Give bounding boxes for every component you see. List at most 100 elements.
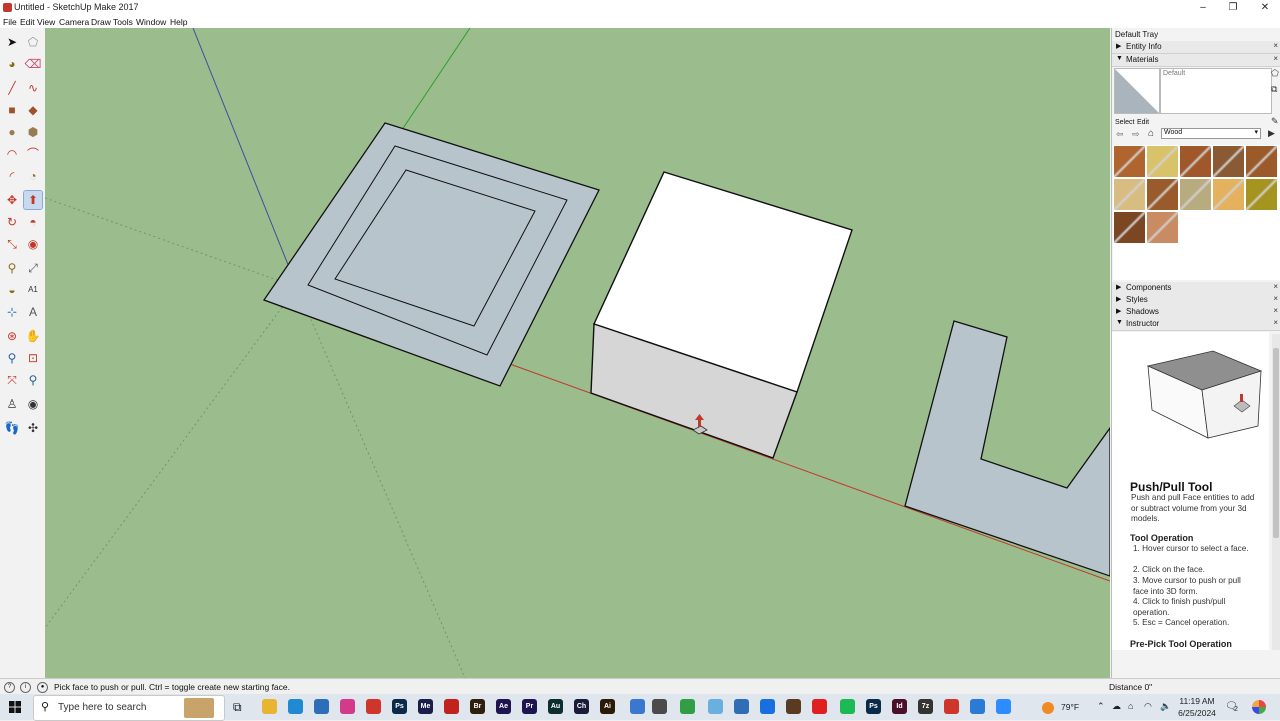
paint-bucket-icon[interactable]: ◕ (3, 55, 21, 73)
two-point-arc-icon[interactable]: ⌒ (24, 145, 42, 163)
wood-swatch[interactable] (1246, 179, 1277, 210)
sketchup-icon[interactable] (366, 699, 381, 714)
make-component-icon[interactable]: ⬠ (24, 33, 42, 51)
game-icon[interactable] (786, 699, 801, 714)
maps-icon[interactable] (630, 699, 645, 714)
menu-draw[interactable]: Draw (91, 17, 111, 27)
menu-camera[interactable]: Camera (59, 17, 89, 27)
sample-paint-icon[interactable]: ✎ (1271, 116, 1279, 127)
orbit-icon[interactable]: ⊛ (3, 327, 21, 345)
task-view-icon[interactable]: ⧉ (233, 700, 242, 715)
facebook-icon[interactable] (760, 699, 775, 714)
acrobat-icon[interactable] (444, 699, 459, 714)
audition-icon[interactable]: Au (548, 699, 563, 714)
move-icon[interactable]: ✥ (3, 191, 21, 209)
section-plane-icon[interactable]: ✣ (24, 419, 42, 437)
sketchup2-icon[interactable] (944, 699, 959, 714)
wood-swatch[interactable] (1114, 179, 1145, 210)
arc-icon[interactable]: ◠ (3, 145, 21, 163)
line-icon[interactable]: ╱ (3, 79, 21, 97)
position-camera-icon[interactable]: ♙ (3, 395, 21, 413)
remote-icon[interactable] (734, 699, 749, 714)
zoom-extents-icon[interactable]: ⤧ (3, 371, 21, 389)
materials-panel-header[interactable]: ▼ Materials × (1112, 54, 1280, 67)
maximize-button[interactable]: ❐ (1218, 0, 1248, 15)
wifi-icon[interactable]: ◠ (1144, 701, 1152, 712)
weather-temp[interactable]: 79°F (1061, 702, 1079, 712)
credits-icon[interactable]: i (20, 682, 31, 693)
wood-swatch[interactable] (1147, 179, 1178, 210)
details-arrow-icon[interactable]: ▶ (1268, 128, 1275, 139)
three-point-arc-icon[interactable]: ◜ (3, 167, 21, 185)
weather-icon[interactable] (1042, 702, 1054, 714)
windows-start-icon[interactable] (9, 701, 21, 713)
scale-icon[interactable]: ⤡ (3, 235, 21, 253)
select-icon[interactable]: ➤ (3, 33, 21, 51)
spotify-icon[interactable] (840, 699, 855, 714)
home-icon[interactable]: ⌂ (1148, 128, 1154, 139)
wood-swatch[interactable] (1213, 179, 1244, 210)
tape-measure-icon[interactable]: ⚲ (3, 259, 21, 277)
edge-icon[interactable] (288, 699, 303, 714)
close-panel-icon[interactable]: × (1273, 282, 1278, 291)
photoshop-icon[interactable]: Ps (392, 699, 407, 714)
copilot-icon[interactable] (1252, 700, 1266, 714)
photoshop2-icon[interactable]: Ps (866, 699, 881, 714)
rectangle-icon[interactable]: ■ (3, 101, 21, 119)
scene-canvas[interactable] (45, 28, 1110, 678)
zoom-icon[interactable] (996, 699, 1011, 714)
volume-icon[interactable]: 🔈 (1160, 701, 1171, 712)
instructor-scrollbar[interactable] (1272, 334, 1280, 650)
wood-swatch[interactable] (1147, 212, 1178, 243)
back-icon[interactable]: ⇦ (1116, 129, 1124, 140)
instructor-panel-header[interactable]: ▼ Instructor × (1112, 318, 1280, 331)
wood-swatch[interactable] (1114, 212, 1145, 243)
collection-dropdown[interactable]: Wood ▾ (1161, 128, 1261, 139)
material-name-field[interactable]: Default (1160, 68, 1272, 114)
wood-swatch[interactable] (1180, 146, 1211, 177)
file-explorer-icon[interactable] (262, 699, 277, 714)
notepad-icon[interactable] (708, 699, 723, 714)
wood-swatch[interactable] (1114, 146, 1145, 177)
look-around-icon[interactable]: ◉ (24, 395, 42, 413)
display-in-model-icon[interactable]: ⬠ (1271, 68, 1279, 79)
photos-icon[interactable] (340, 699, 355, 714)
7zip-icon[interactable]: 7z (918, 699, 933, 714)
media-encoder-icon[interactable]: Me (418, 699, 433, 714)
close-panel-icon[interactable]: × (1273, 318, 1278, 327)
menu-view[interactable]: View (37, 17, 55, 27)
illustrator-icon[interactable]: Ai (600, 699, 615, 714)
clock-time[interactable]: 11:19 AM (1179, 696, 1215, 706)
mail-icon[interactable] (314, 699, 329, 714)
geo-location-icon[interactable]: ? (4, 682, 15, 693)
dimension-icon[interactable]: ⤢ (24, 259, 42, 277)
wood-swatch[interactable] (1246, 146, 1277, 177)
close-panel-icon[interactable]: × (1273, 306, 1278, 315)
clock-date[interactable]: 6/25/2024 (1176, 708, 1218, 718)
protractor-icon[interactable]: ◒ (3, 281, 21, 299)
rotated-rectangle-icon[interactable]: ◆ (24, 101, 42, 119)
rotate-icon[interactable]: ↻ (3, 213, 21, 231)
follow-me-icon[interactable]: ◓ (24, 213, 42, 231)
circle-icon[interactable]: ● (3, 123, 21, 141)
sketchup-active-icon[interactable] (970, 699, 985, 714)
push-pull-icon[interactable]: ⬆ (23, 190, 43, 210)
entity-info-panel-header[interactable]: ▶ Entity Info × (1112, 41, 1280, 54)
3d-text-icon[interactable]: A (24, 303, 42, 321)
zoom-window-icon[interactable]: ⊡ (24, 349, 42, 367)
indesign-icon[interactable]: Id (892, 699, 907, 714)
zoom-icon[interactable]: ⚲ (3, 349, 21, 367)
premiere-icon[interactable]: Pr (522, 699, 537, 714)
onedrive-icon[interactable]: ☁ (1112, 701, 1121, 712)
menu-tools[interactable]: Tools (113, 17, 133, 27)
walk-icon[interactable]: 👣 (3, 419, 21, 437)
youtube-icon[interactable] (812, 699, 827, 714)
wood-swatch[interactable] (1147, 146, 1178, 177)
close-panel-icon[interactable]: × (1273, 294, 1278, 303)
close-panel-icon[interactable]: × (1273, 41, 1278, 50)
freehand-icon[interactable]: ∿ (24, 79, 42, 97)
calculator-icon[interactable] (652, 699, 667, 714)
polygon-icon[interactable]: ⬢ (24, 123, 42, 141)
menu-edit[interactable]: Edit (20, 17, 35, 27)
after-effects-icon[interactable]: Ae (496, 699, 511, 714)
